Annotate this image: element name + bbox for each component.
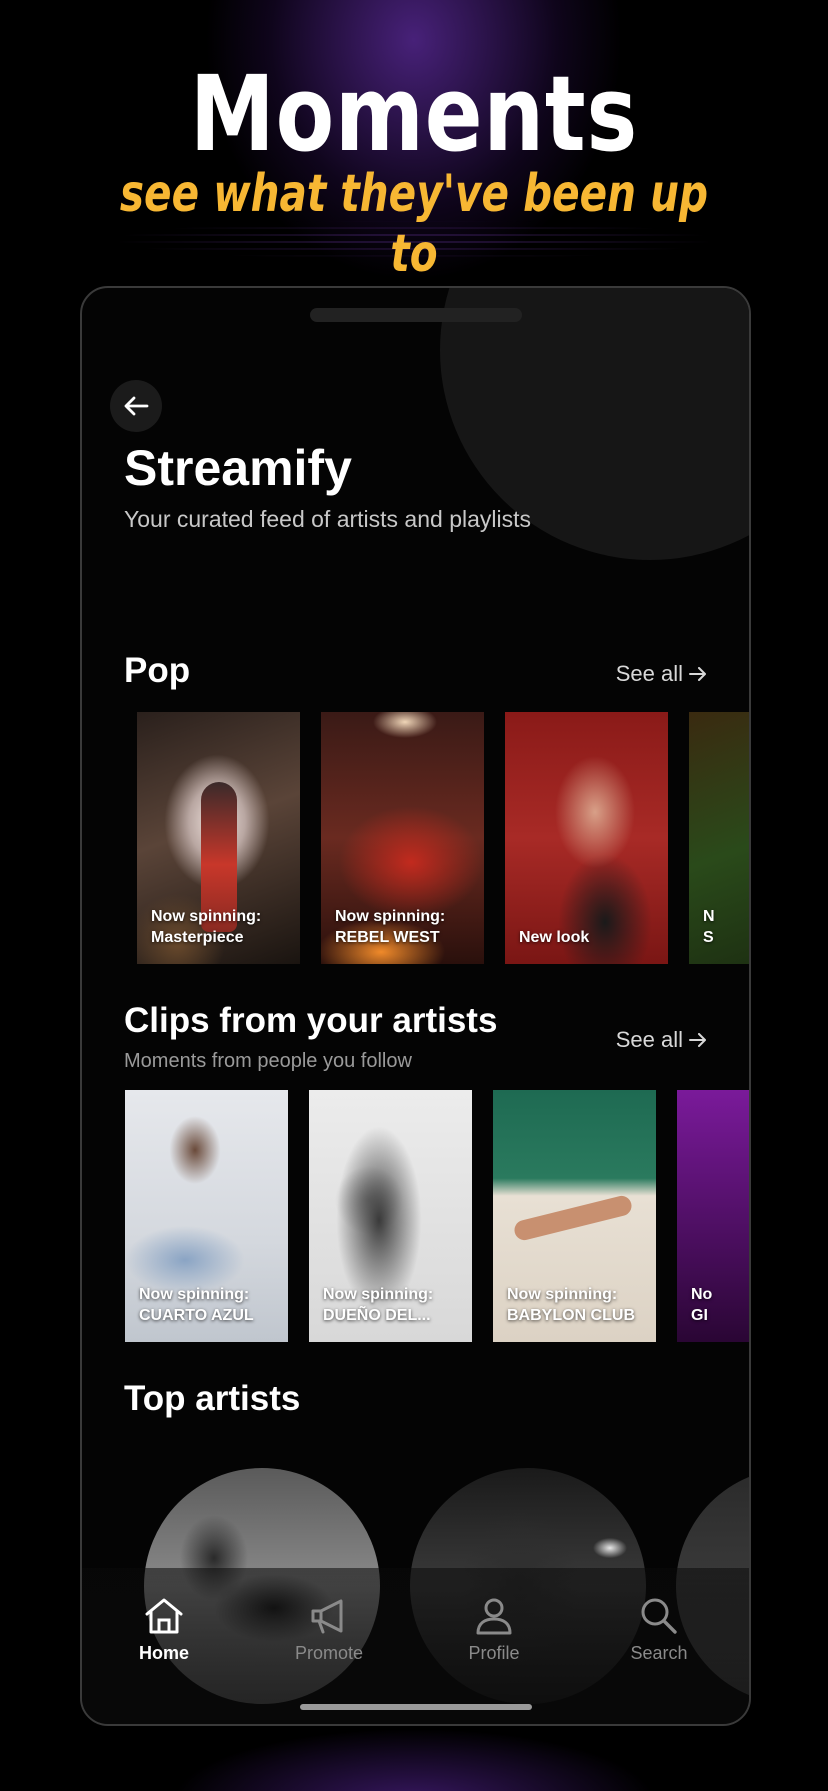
nav-promote-label: Promote bbox=[294, 1643, 364, 1663]
card-caption: Now spinning: REBEL WEST bbox=[335, 908, 446, 946]
nav-search-label: Search bbox=[630, 1643, 688, 1663]
nav-profile-label: Profile bbox=[468, 1643, 520, 1663]
pop-card-4[interactable]: N S bbox=[689, 712, 749, 964]
nav-promote[interactable]: Promote bbox=[269, 1596, 389, 1664]
nav-profile[interactable]: Profile bbox=[434, 1596, 554, 1664]
search-icon bbox=[641, 1598, 677, 1634]
card-caption: Now spinning: CUARTO AZUL bbox=[139, 1286, 254, 1324]
app-title: Streamify bbox=[124, 440, 352, 496]
card-caption: New look bbox=[519, 929, 590, 946]
back-button[interactable] bbox=[110, 380, 162, 432]
promo-title: Moments bbox=[189, 53, 639, 175]
card-caption: Now spinning: DUEÑO DEL... bbox=[323, 1286, 434, 1324]
see-all-label: See all bbox=[615, 661, 683, 686]
megaphone-icon bbox=[311, 1599, 343, 1634]
home-icon bbox=[145, 1598, 183, 1634]
card-caption: Now spinning: Masterpiece bbox=[151, 908, 262, 946]
user-icon bbox=[476, 1598, 512, 1635]
phone-frame: Streamify Your curated feed of artists a… bbox=[80, 286, 751, 1726]
card-figure bbox=[512, 1193, 634, 1243]
see-all-label: See all bbox=[615, 1027, 683, 1052]
nav-home[interactable]: Home bbox=[104, 1596, 224, 1664]
card-caption: No GI bbox=[691, 1286, 713, 1324]
card-caption: Now spinning: BABYLON CLUB bbox=[507, 1286, 635, 1324]
arrow-right-icon bbox=[689, 1033, 706, 1047]
nav-home-label: Home bbox=[138, 1643, 189, 1663]
pop-card-2[interactable]: Now spinning: REBEL WEST bbox=[321, 712, 484, 964]
clips-card-4[interactable]: No GI bbox=[677, 1090, 749, 1342]
clips-card-1[interactable]: Now spinning: CUARTO AZUL bbox=[125, 1090, 288, 1342]
clips-card-3[interactable]: Now spinning: BABYLON CLUB bbox=[493, 1090, 656, 1342]
arrow-right-icon bbox=[689, 667, 706, 681]
card-caption: N S bbox=[703, 908, 715, 946]
app-subtitle: Your curated feed of artists and playlis… bbox=[124, 506, 531, 532]
bottom-nav: Home Promote Profile Search bbox=[82, 1568, 749, 1724]
clips-carousel[interactable]: Now spinning: CUARTO AZUL Now spinning: … bbox=[82, 1090, 749, 1342]
section-subtitle-clips: Moments from people you follow bbox=[124, 1050, 412, 1072]
pop-card-3[interactable]: New look bbox=[505, 712, 668, 964]
promo-subtitle: see what they've been up to bbox=[119, 164, 709, 284]
clips-see-all-link[interactable]: See all bbox=[616, 1026, 707, 1054]
pop-card-1[interactable]: Now spinning: Masterpiece bbox=[137, 712, 300, 964]
pop-see-all-link[interactable]: See all bbox=[616, 660, 707, 688]
home-indicator bbox=[300, 1704, 532, 1710]
section-title-top-artists: Top artists bbox=[124, 1379, 301, 1418]
nav-search[interactable]: Search bbox=[599, 1596, 719, 1664]
pop-carousel[interactable]: Now spinning: Masterpiece Now spinning: … bbox=[82, 712, 749, 964]
section-title-clips: Clips from your artists bbox=[124, 1001, 498, 1040]
arrow-left-icon bbox=[124, 396, 149, 416]
phone-notch bbox=[310, 308, 522, 322]
section-title-pop: Pop bbox=[124, 651, 191, 690]
clips-card-2[interactable]: Now spinning: DUEÑO DEL... bbox=[309, 1090, 472, 1342]
